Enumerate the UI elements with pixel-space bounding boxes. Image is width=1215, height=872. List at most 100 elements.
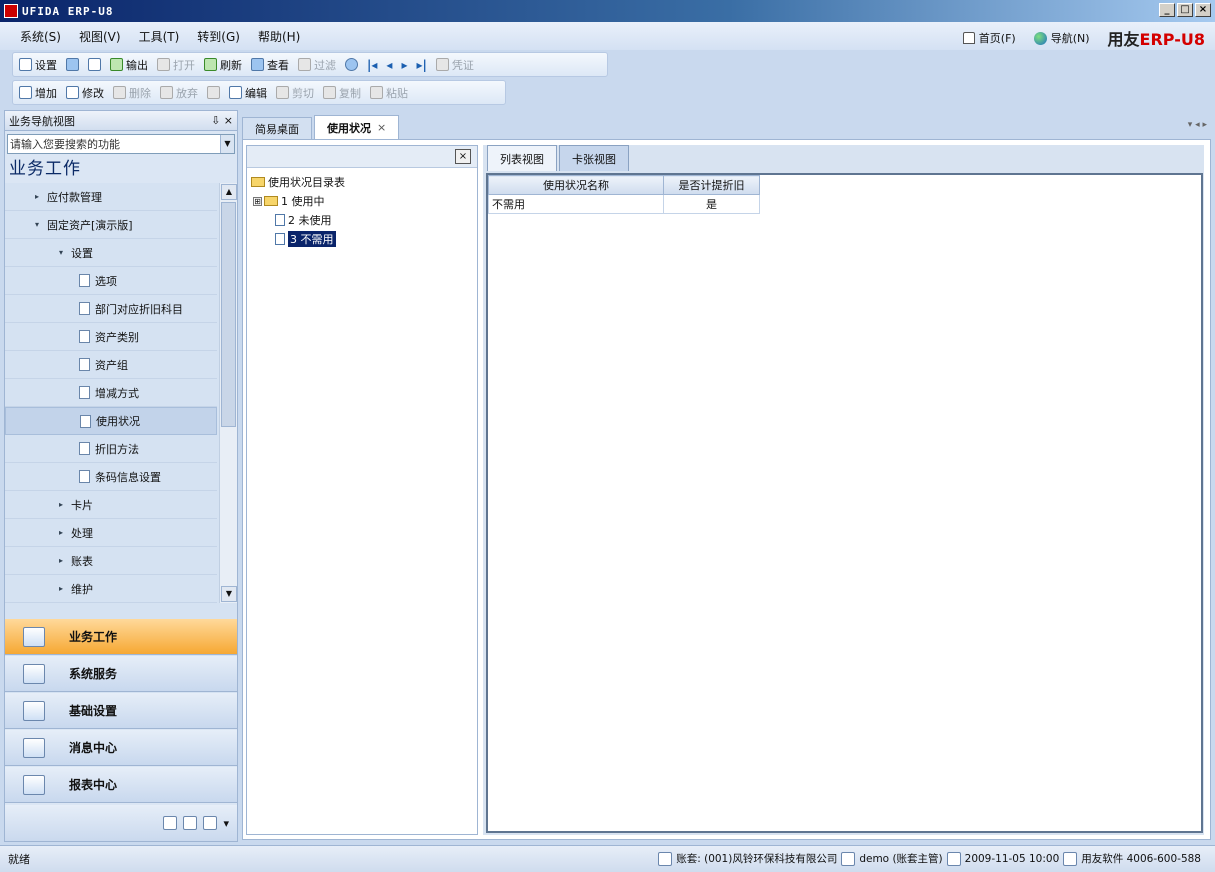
- chevron-down-icon[interactable]: ▼: [220, 135, 234, 153]
- scroll-down-icon[interactable]: ▼: [221, 586, 237, 602]
- prev-arrow-icon: ◂: [386, 58, 393, 72]
- column-header[interactable]: 使用状况名称: [488, 175, 664, 195]
- nav-item-label: 部门对应折旧科目: [95, 302, 183, 316]
- add-button[interactable]: 增加: [19, 85, 57, 101]
- close-icon[interactable]: ×: [377, 121, 386, 134]
- folder-icon: [264, 196, 278, 206]
- nav-item-asset-group[interactable]: 资产组: [5, 351, 217, 379]
- refresh-button[interactable]: 刷新: [204, 57, 242, 73]
- navigate-link[interactable]: 导航(N): [1033, 30, 1090, 46]
- modify-button[interactable]: 修改: [66, 85, 104, 101]
- save-button[interactable]: [207, 86, 220, 99]
- view-button[interactable]: 查看: [251, 57, 289, 73]
- next-record-button[interactable]: ▸: [401, 58, 407, 72]
- maximize-button[interactable]: □: [1177, 3, 1193, 17]
- nav-item-settings[interactable]: ▾ 设置: [5, 239, 217, 267]
- nav-item-fixed-assets[interactable]: ▾ 固定资产[演示版]: [5, 211, 217, 239]
- cut-button[interactable]: 剪切: [276, 85, 314, 101]
- nav-item-asset-category[interactable]: 资产类别: [5, 323, 217, 351]
- chevron-down-icon[interactable]: ▾: [223, 817, 229, 830]
- expand-icon[interactable]: ⊞: [253, 196, 262, 206]
- nav-item-change-method[interactable]: 增减方式: [5, 379, 217, 407]
- preview-icon: [88, 58, 101, 71]
- module-label: 系统服务: [69, 667, 118, 681]
- nav-item-depreciation-method[interactable]: 折旧方法: [5, 435, 217, 463]
- filter-button[interactable]: 过滤: [298, 57, 336, 73]
- nav-item-processing[interactable]: ▸ 处理: [5, 519, 217, 547]
- table-cell[interactable]: 不需用: [488, 194, 664, 214]
- menu-goto[interactable]: 转到(G): [197, 28, 240, 45]
- copy-button[interactable]: 复制: [323, 85, 361, 101]
- tree-root[interactable]: 使用状况目录表: [251, 174, 345, 190]
- window-title: UFIDA ERP-U8: [22, 4, 114, 18]
- chart-icon: [23, 626, 45, 647]
- menu-tools[interactable]: 工具(T): [139, 28, 180, 45]
- scroll-up-icon[interactable]: ▲: [221, 184, 237, 200]
- title-bar: UFIDA ERP-U8 _ □ ×: [0, 0, 1215, 22]
- discard-button[interactable]: 放弃: [160, 85, 198, 101]
- help-circle-button[interactable]: [345, 58, 358, 71]
- nav-item-maintenance[interactable]: ▸ 维护: [5, 575, 217, 603]
- tree-node-unused[interactable]: 2 未使用: [275, 212, 332, 228]
- globe-icon: [1033, 31, 1047, 45]
- nav-panel-footer: ▾: [5, 805, 237, 841]
- settings-button[interactable]: 设置: [19, 57, 57, 73]
- last-record-button[interactable]: ▸|: [416, 58, 426, 72]
- phone-icon: [1063, 851, 1078, 866]
- tab-scroll-controls[interactable]: ▾ ◂ ▸: [1188, 120, 1207, 130]
- close-icon[interactable]: ×: [455, 149, 471, 164]
- module-business-work[interactable]: 业务工作: [5, 619, 237, 655]
- close-button[interactable]: ×: [1195, 3, 1211, 17]
- nav-item-options[interactable]: 选项: [5, 267, 217, 295]
- tab-usage-status[interactable]: 使用状况 ×: [314, 115, 400, 139]
- scroll-thumb[interactable]: [221, 202, 236, 427]
- module-shortcut-icon[interactable]: [163, 816, 178, 830]
- module-shortcut-icon[interactable]: [203, 816, 218, 830]
- module-system-service[interactable]: 系统服务: [5, 656, 237, 692]
- tree-node-not-needed[interactable]: 3 不需用: [275, 231, 336, 247]
- tab-label: 卡张视图: [572, 152, 616, 166]
- menu-system[interactable]: 系统(S): [20, 28, 61, 45]
- module-basic-settings[interactable]: 基础设置: [5, 693, 237, 729]
- module-shortcut-icon[interactable]: [183, 816, 198, 830]
- delete-button[interactable]: 删除: [113, 85, 151, 101]
- export-button[interactable]: 输出: [110, 57, 148, 73]
- pin-close-controls[interactable]: ⇩ ×: [211, 114, 233, 127]
- nav-item-cards[interactable]: ▸ 卡片: [5, 491, 217, 519]
- module-report-center[interactable]: 报表中心: [5, 767, 237, 803]
- open-button[interactable]: 打开: [157, 57, 195, 73]
- status-info: 账套: (001)风铃环保科技有限公司 demo (账套主管) 2009-11-…: [658, 851, 1201, 866]
- table-cell[interactable]: 是: [663, 194, 760, 214]
- menu-help[interactable]: 帮助(H): [258, 28, 300, 45]
- nav-item-reports[interactable]: ▸ 账表: [5, 547, 217, 575]
- voucher-button[interactable]: 凭证: [435, 57, 474, 73]
- first-record-button[interactable]: |◂: [367, 58, 377, 72]
- column-header[interactable]: 是否计提折旧: [663, 175, 760, 195]
- edit-button[interactable]: 编辑: [229, 85, 267, 101]
- nav-item-label: 条码信息设置: [95, 470, 161, 484]
- tab-simple-desktop[interactable]: 简易桌面: [242, 117, 312, 139]
- view-label: 查看: [267, 58, 289, 72]
- module-message-center[interactable]: 消息中心: [5, 730, 237, 766]
- tab-card-view[interactable]: 卡张视图: [559, 145, 629, 171]
- nav-item-payables[interactable]: ▸ 应付款管理: [5, 183, 217, 211]
- nav-item-barcode-settings[interactable]: 条码信息设置: [5, 463, 217, 491]
- prev-record-button[interactable]: ◂: [386, 58, 393, 72]
- minimize-button[interactable]: _: [1159, 3, 1175, 17]
- tree-node-in-use[interactable]: ⊞ 1 使用中: [253, 193, 325, 209]
- paste-button[interactable]: 粘贴: [370, 85, 408, 101]
- nav-item-dept-depreciation[interactable]: 部门对应折旧科目: [5, 295, 217, 323]
- print-button[interactable]: [66, 58, 79, 71]
- table-row[interactable]: 不需用 是: [488, 194, 760, 214]
- function-search-input[interactable]: 请输入您要搜索的功能 ▼: [7, 134, 235, 154]
- preview-button[interactable]: [88, 58, 101, 71]
- home-link[interactable]: 首页(F): [962, 30, 1016, 46]
- nav-scrollbar[interactable]: ▲ ▼: [219, 183, 237, 603]
- menu-view[interactable]: 视图(V): [79, 28, 121, 45]
- nav-item-usage-status[interactable]: 使用状况: [5, 407, 217, 435]
- app-icon: [4, 4, 18, 18]
- user-icon: [841, 851, 856, 866]
- expand-icon: ▸: [59, 556, 64, 565]
- tab-list-view[interactable]: 列表视图: [487, 145, 557, 171]
- binoculars-icon: [251, 58, 264, 71]
